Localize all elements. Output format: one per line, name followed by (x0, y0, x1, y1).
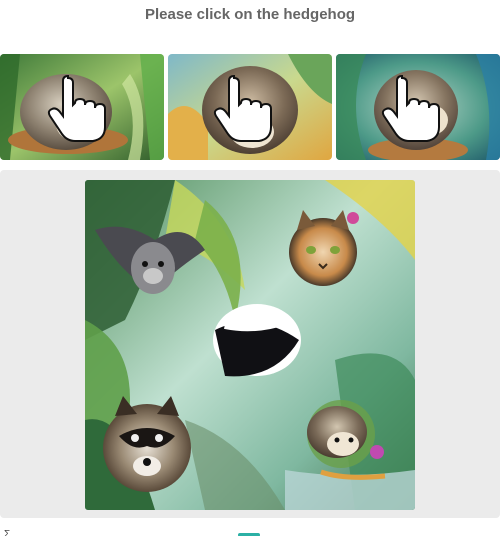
example-images-row (0, 54, 500, 160)
example-image-3 (336, 54, 500, 160)
example-image-1 (0, 54, 164, 160)
footer-text: Σ (4, 529, 11, 536)
example-image-2 (168, 54, 332, 160)
challenge-image[interactable] (85, 180, 415, 510)
instruction-text: Please click on the hedgehog (144, 6, 356, 23)
footer-bar: Σ (0, 526, 500, 536)
skunk-image[interactable] (213, 304, 301, 377)
captcha-page: Please click on the hedgehog Σ (0, 0, 500, 536)
